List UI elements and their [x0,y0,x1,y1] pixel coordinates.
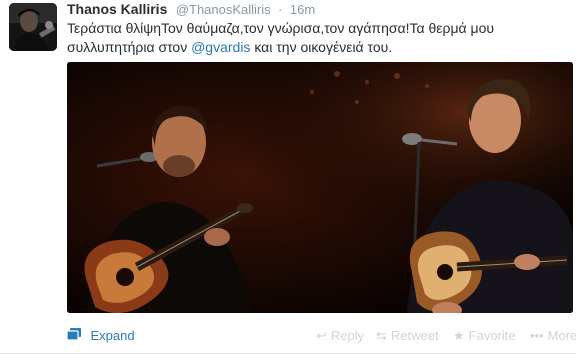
tweet-header: Thanos Kalliris @ThanosKalliris · 16m [67,0,315,18]
concert-photo [67,62,573,313]
retweet-label: Retweet [390,328,439,343]
author-username[interactable]: @ThanosKalliris [176,2,271,17]
more-button[interactable]: ••• More [530,324,576,348]
divider [0,353,576,354]
tweet: Thanos Kalliris @ThanosKalliris · 16m Τε… [0,0,576,356]
media-icon [66,324,81,348]
tweet-footer: Expand ↩ Reply ⇆ Retweet ★ Favorite ••• More [0,324,576,350]
timestamp[interactable]: 16m [290,2,315,17]
star-icon: ★ [453,328,465,343]
retweet-button[interactable]: ⇆ Retweet [376,324,439,348]
avatar[interactable] [9,3,57,51]
favorite-button[interactable]: ★ Favorite [453,324,516,348]
expand-label: Expand [90,328,135,343]
expand-button[interactable]: Expand [66,324,135,348]
reply-label: Reply [330,328,365,343]
favorite-label: Favorite [468,328,516,343]
separator: · [278,2,283,17]
tweet-text-part: και την οικογένειά του. [250,39,393,55]
tweet-photo[interactable] [67,62,573,313]
tweet-text: Τεράστια θλίψηΤον θαύμαζα,τον γνώρισα,το… [67,19,557,57]
author-name[interactable]: Thanos Kalliris [67,1,167,17]
avatar-photo [9,3,57,51]
reply-button[interactable]: ↩ Reply [316,324,364,348]
retweet-icon: ⇆ [376,328,387,343]
more-icon: ••• [530,328,544,343]
more-label: More [547,328,576,343]
reply-icon: ↩ [316,328,327,343]
mention-link[interactable]: @gvardis [191,39,250,55]
